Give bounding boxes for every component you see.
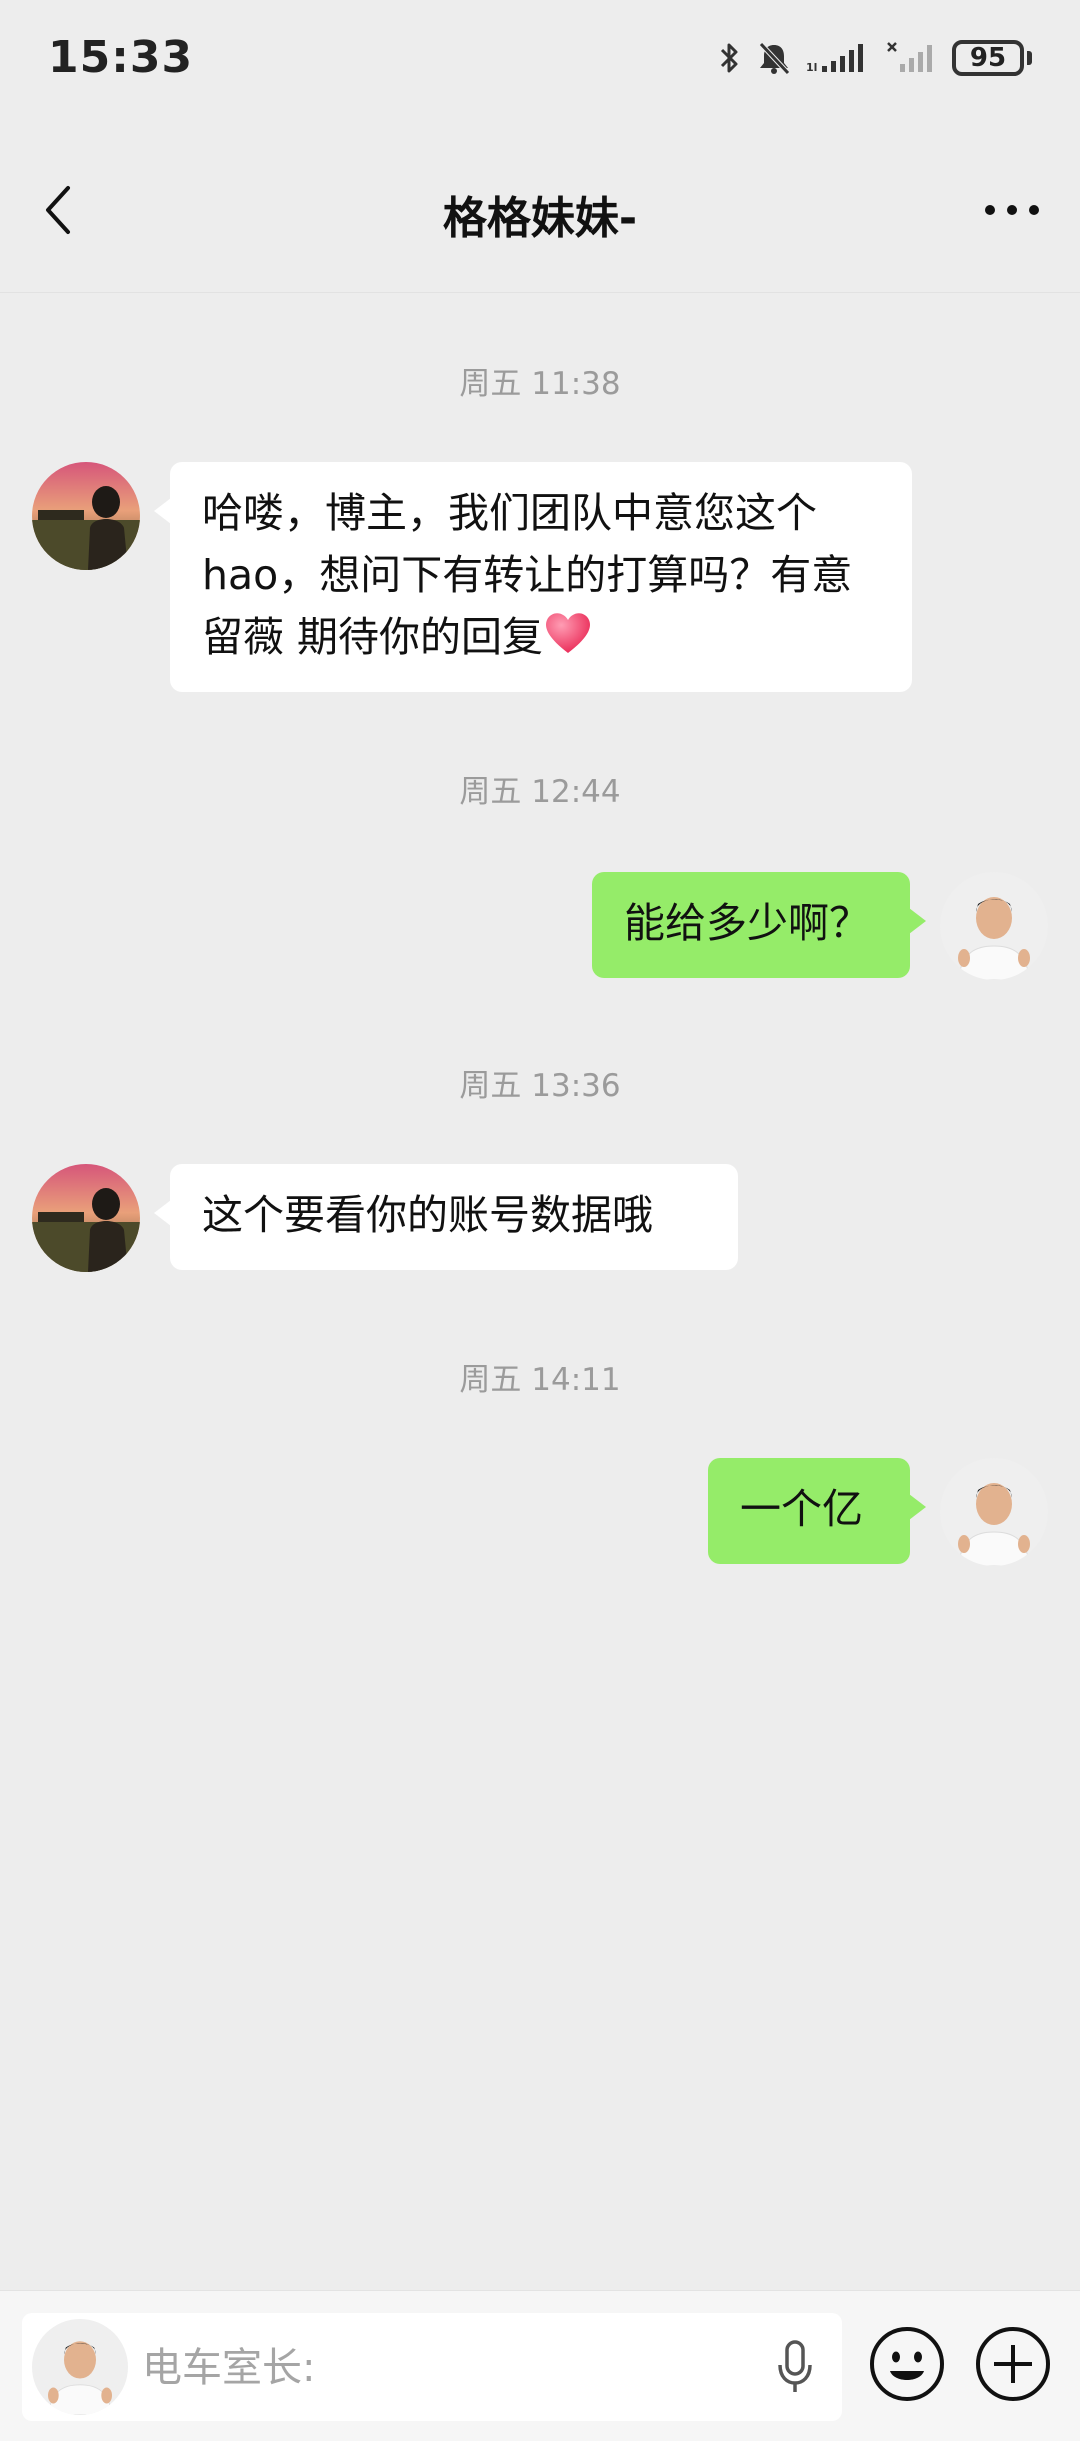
more-dots-icon	[985, 205, 1039, 215]
status-icons: 1l 95	[718, 40, 1032, 76]
battery-level: 95	[952, 40, 1024, 76]
contact-avatar[interactable]	[32, 1164, 140, 1272]
input-bar	[0, 2290, 1080, 2441]
message-timestamp: 周五 14:11	[459, 1362, 621, 1398]
input-box[interactable]	[22, 2313, 842, 2421]
message-text: 这个要看你的账号数据哦	[202, 1191, 653, 1239]
message-input[interactable]	[140, 2327, 764, 2409]
header-divider	[0, 292, 1080, 293]
battery-icon: 95	[952, 40, 1032, 76]
message-timestamp: 周五 12:44	[459, 774, 621, 810]
plus-button[interactable]	[974, 2325, 1052, 2403]
bell-muted-icon	[759, 42, 790, 75]
chat-title: 格格妹妹-	[442, 193, 638, 244]
message-bubble-incoming[interactable]: 哈喽，博主，我们团队中意您这个hao，想问下有转让的打算吗？有意留薇 期待你的回…	[154, 462, 912, 692]
message-timestamp: 周五 13:36	[459, 1068, 621, 1104]
contact-avatar[interactable]	[32, 462, 140, 570]
my-avatar[interactable]	[940, 1458, 1048, 1566]
status-bar: 15:33 1l 95	[0, 0, 1080, 120]
bluetooth-icon	[720, 43, 738, 73]
voice-icon	[778, 2340, 812, 2392]
emoji-button[interactable]	[868, 2325, 946, 2403]
voice-button[interactable]	[762, 2333, 828, 2401]
chat-header: 格格妹妹-	[0, 150, 1080, 270]
message-text: 能给多少啊？	[624, 899, 870, 947]
emoji-icon	[870, 2327, 944, 2401]
message-timestamp: 周五 11:38	[459, 366, 621, 402]
message-text: 哈喽，博主，我们团队中意您这个hao，想问下有转让的打算吗？有意留薇 期待你的回…	[202, 489, 853, 661]
message-bubble-outgoing[interactable]: 一个亿	[708, 1458, 926, 1564]
plus-icon	[976, 2327, 1050, 2401]
signal-no-service-icon	[887, 42, 932, 72]
message-text: 一个亿	[740, 1485, 863, 1533]
message-bubble-outgoing[interactable]: 能给多少啊？	[592, 872, 926, 978]
heart-emoji	[546, 613, 591, 653]
my-avatar[interactable]	[940, 872, 1048, 980]
signal-icon: 1l	[806, 44, 863, 74]
status-time: 15:33	[48, 32, 194, 83]
more-button[interactable]	[972, 180, 1052, 240]
message-bubble-incoming[interactable]: 这个要看你的账号数据哦	[154, 1164, 738, 1270]
svg-text:1l: 1l	[806, 61, 817, 74]
input-avatar[interactable]	[32, 2319, 128, 2415]
